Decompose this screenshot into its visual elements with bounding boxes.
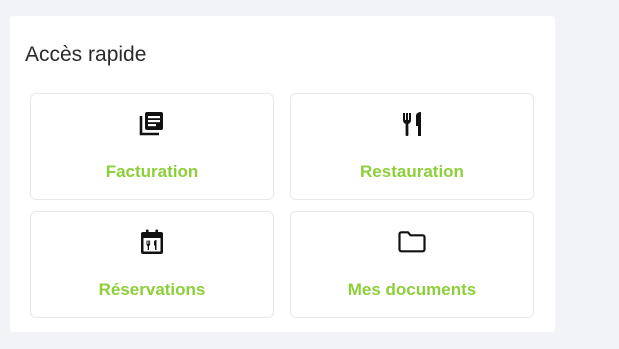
tile-facturation[interactable]: Facturation [30,93,274,200]
folder-icon [397,227,427,257]
tile-label-facturation: Facturation [105,162,199,181]
billing-stack-icon [137,109,167,139]
tile-restauration[interactable]: Restauration [290,93,534,200]
tile-reservations[interactable]: Réservations [30,211,274,318]
panel-title: Accès rapide [25,43,147,66]
tile-label-mes-documents: Mes documents [347,280,477,299]
tile-label-reservations: Réservations [98,280,206,299]
quick-access-panel: Accès rapide Facturation Restauration Ré… [10,16,555,332]
calendar-dining-icon [137,227,167,257]
tile-mes-documents[interactable]: Mes documents [290,211,534,318]
fork-knife-icon [397,109,427,139]
tile-label-restauration: Restauration [360,162,464,181]
